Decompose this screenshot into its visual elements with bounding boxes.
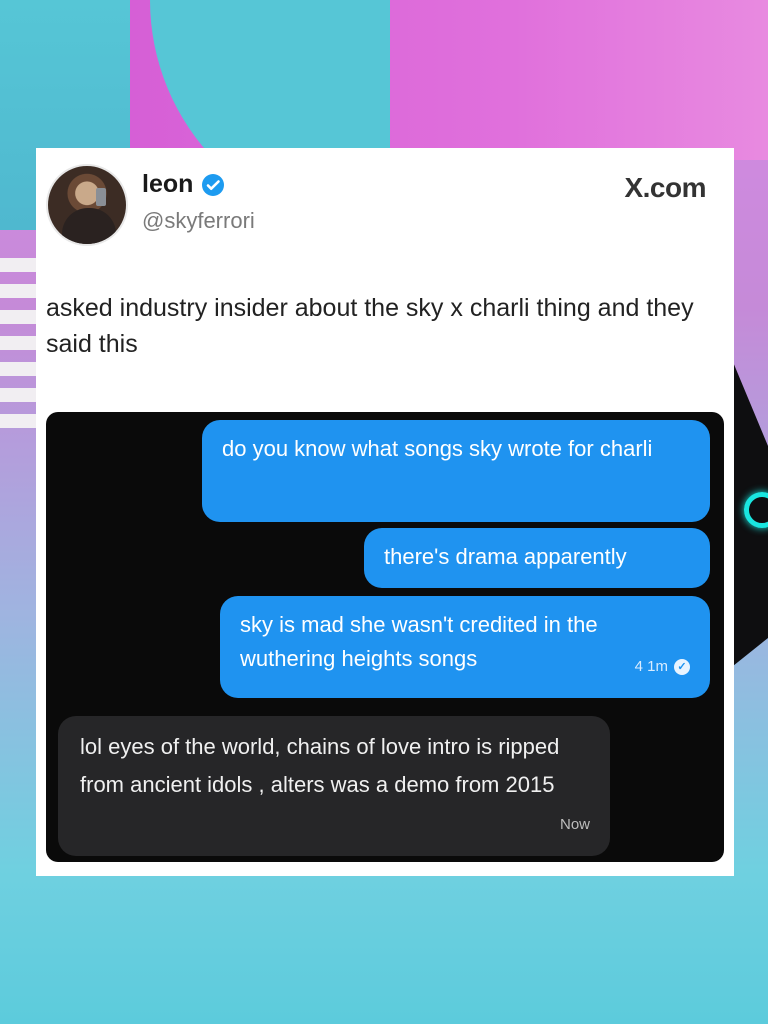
outgoing-message: do you know what songs sky wrote for cha… — [202, 420, 710, 522]
x-logo: X.com — [624, 172, 706, 203]
message-text: lol eyes of the world, chains of love in… — [80, 734, 560, 797]
author-handle[interactable]: @skyferrori — [142, 208, 255, 234]
verified-badge-icon — [202, 173, 225, 196]
post-text: asked industry insider about the sky x c… — [46, 294, 694, 358]
outgoing-message: there's drama apparently — [364, 528, 710, 588]
post-card: leon @skyferrori X.com asked industry in… — [36, 148, 734, 876]
message-meta: 4 1m ✓ — [635, 650, 690, 684]
read-check-icon: ✓ — [674, 659, 690, 675]
message-text: sky is mad she wasn't credited in the wu… — [240, 612, 598, 671]
message-time: Now — [559, 816, 590, 833]
background-stripes — [0, 258, 36, 458]
outgoing-message: sky is mad she wasn't credited in the wu… — [220, 596, 710, 698]
message-text: there's drama apparently — [384, 544, 627, 569]
message-text: do you know what songs sky wrote for cha… — [222, 436, 653, 461]
author-name-row: leon — [142, 170, 225, 199]
message-time: 4 1m — [634, 658, 668, 675]
incoming-message: lol eyes of the world, chains of love in… — [58, 716, 610, 856]
chat-screenshot: do you know what songs sky wrote for cha… — [46, 412, 724, 862]
display-name[interactable]: leon — [142, 170, 193, 199]
avatar[interactable] — [46, 164, 128, 246]
